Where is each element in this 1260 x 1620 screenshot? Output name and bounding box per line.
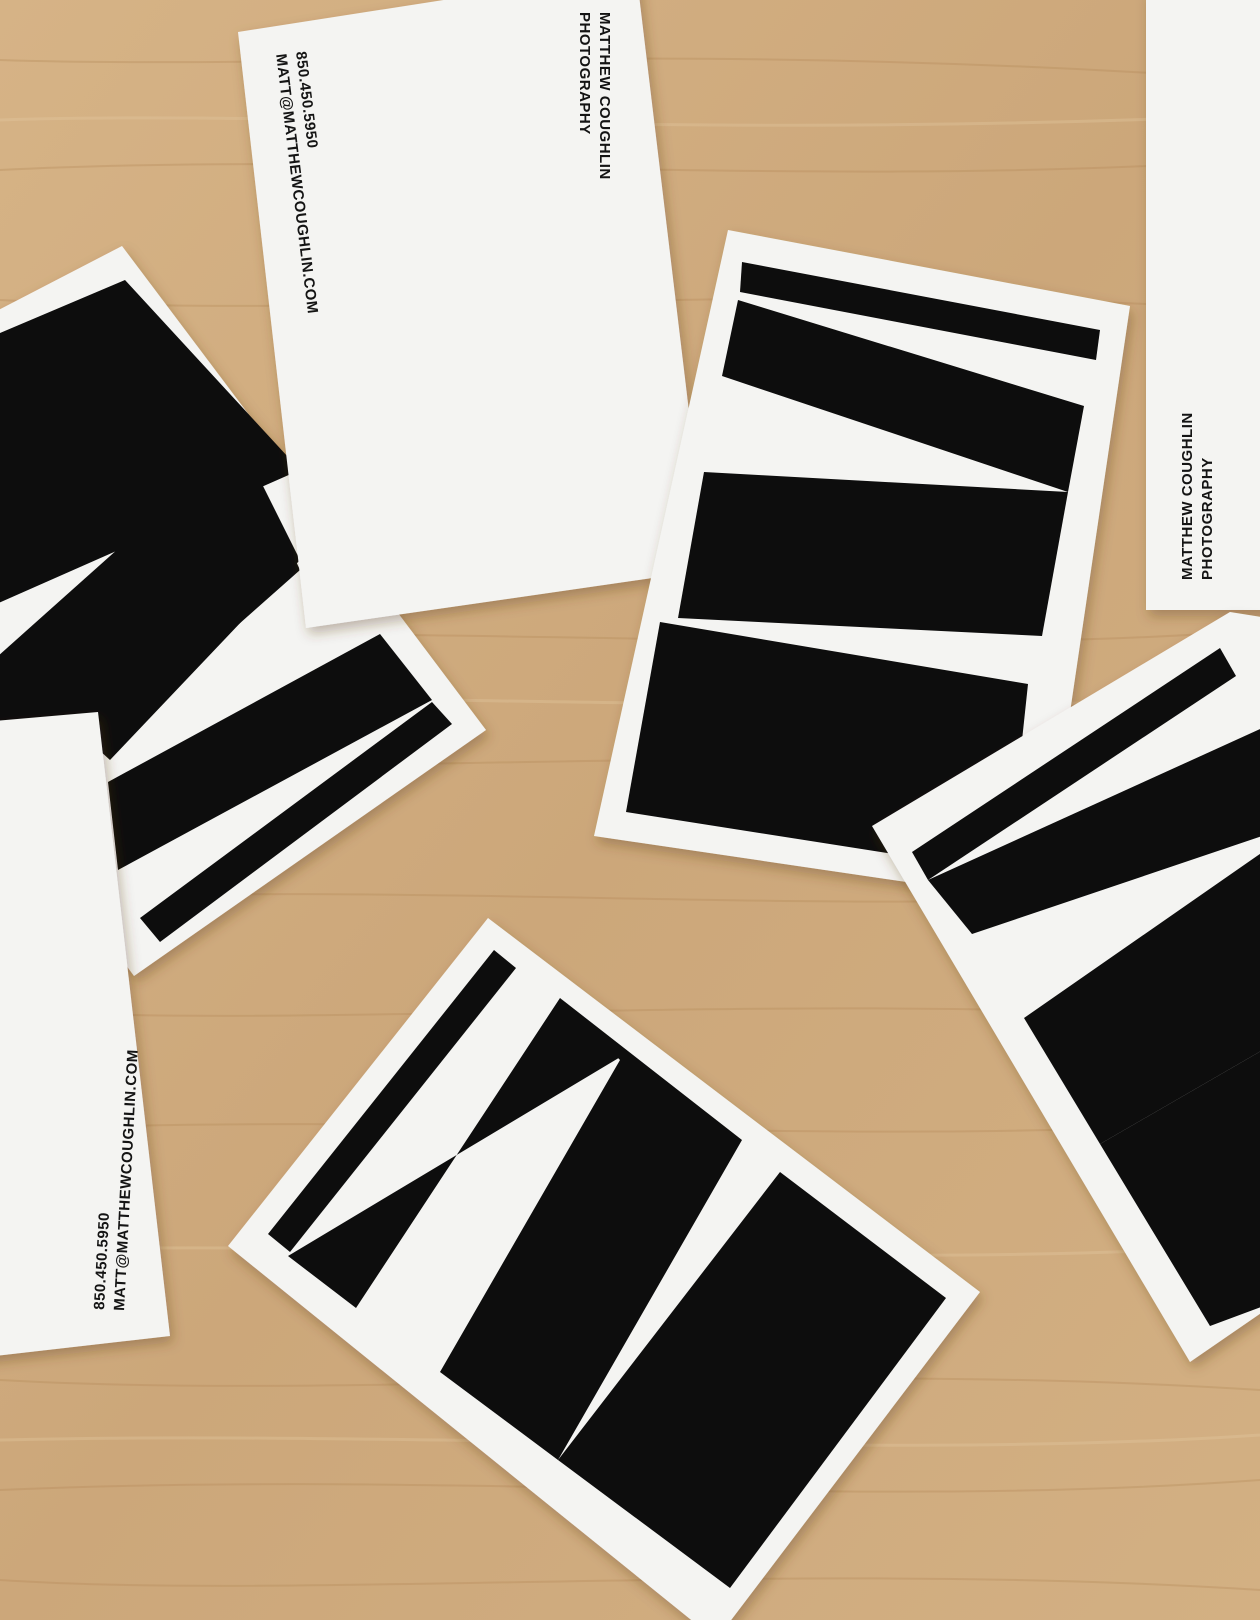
wood-table-scene: MATTHEW COUGHLIN PHOTOGRAPHY 850.450.595…	[0, 0, 1260, 1620]
right-card-title: PHOTOGRAPHY	[1199, 457, 1216, 580]
right-card-name: MATTHEW COUGHLIN	[1179, 412, 1196, 580]
top-card-name: MATTHEW COUGHLIN	[596, 12, 613, 180]
top-card-title: PHOTOGRAPHY	[576, 12, 593, 135]
